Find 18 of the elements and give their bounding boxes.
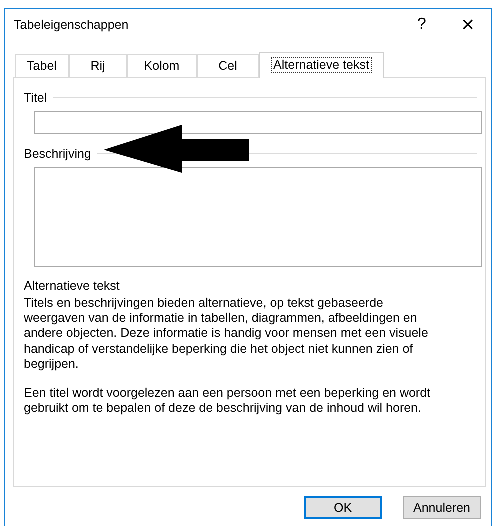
- dialog-button[interactable]: OK: [304, 496, 382, 519]
- tab[interactable]: Tabel: [15, 54, 69, 77]
- description-field[interactable]: [34, 167, 482, 267]
- dialog-button[interactable]: Annuleren: [403, 496, 481, 519]
- tab[interactable]: Alternatieve tekst: [259, 52, 384, 78]
- section-heading: Alternatieve tekst: [24, 279, 121, 293]
- close-button[interactable]: ×: [445, 9, 491, 41]
- help-button[interactable]: ?: [399, 9, 445, 41]
- field-label: Beschrijving: [24, 146, 92, 160]
- tab[interactable]: Cel: [197, 54, 259, 77]
- tab[interactable]: Kolom: [127, 54, 197, 77]
- title-field[interactable]: [34, 111, 482, 134]
- description-text: Titels en beschrijvingen bieden alternatieve, op tekst gebaseerde weergaven van de informatie in tabellen, diagrammen, afbeeldingen en andere objecten. Deze informatie is handig voor mensen met een visuele handicap of verstandelijke beperking die het object niet kunnen zien of begrijpen.: [24, 296, 430, 372]
- tab[interactable]: Rij: [69, 54, 127, 77]
- window-title: Tabeleigenschappen: [14, 18, 130, 32]
- arrow-icon: [104, 125, 249, 173]
- description-text: Een titel wordt voorgelezen aan een persoon met een beperking en wordt gebruikt om te bepalen of deze de beschrijving van de inhoud wil horen.: [24, 386, 432, 416]
- field-label: Titel: [24, 90, 48, 104]
